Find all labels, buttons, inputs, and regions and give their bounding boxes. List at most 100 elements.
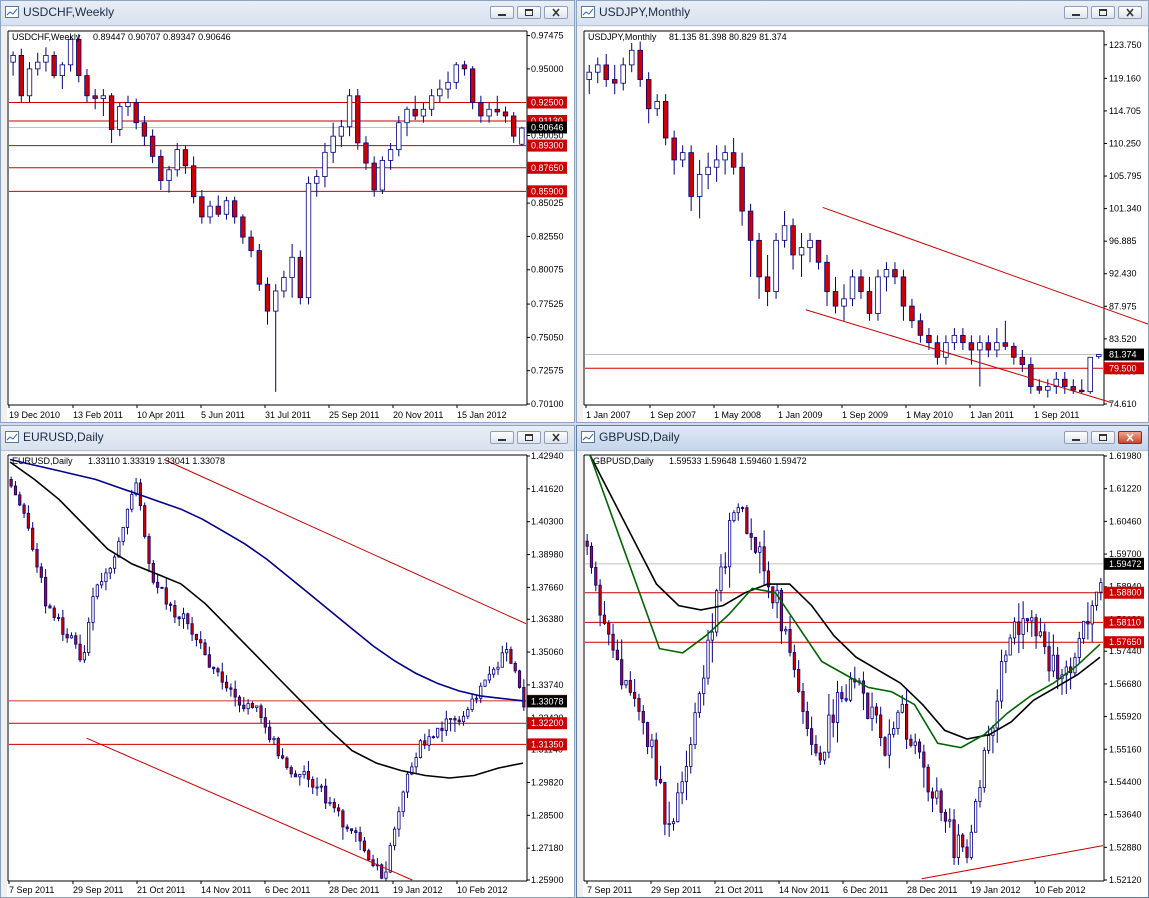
chart-window-eurusd[interactable]: EURUSD,Daily 1.42940 1.41620 1.40300 1.3898… [0, 425, 575, 898]
candlestick-chart[interactable]: 1.42940 1.41620 1.40300 1.38980 1.37660 1.363… [7, 452, 574, 897]
candle-body [427, 736, 431, 746]
candle-body [466, 709, 470, 717]
candle-body [78, 643, 82, 661]
restore-button[interactable] [517, 431, 541, 444]
candle-body [969, 831, 973, 858]
chart-area[interactable]: 123.750 119.160 114.705 110.250 105.795 101.3… [583, 27, 1148, 422]
close-button[interactable] [1118, 431, 1142, 444]
candle-body [255, 705, 259, 708]
x-tick-label: 29 Sep 2011 [651, 885, 701, 895]
candle-body [943, 812, 948, 822]
window-titlebar[interactable]: USDJPY,Monthly [577, 1, 1148, 26]
candle-body [719, 566, 723, 592]
minimize-button[interactable] [1064, 431, 1088, 444]
y-tick-label: 0.97475 [531, 31, 564, 41]
candlestick-chart[interactable]: 0.974750.950000.925000.900500.877500.850… [7, 27, 574, 422]
chart-symbol-label: EURUSD,Daily [12, 456, 73, 466]
candle-body [892, 728, 896, 735]
candle-body [268, 726, 272, 741]
candle-body [112, 556, 117, 569]
y-tick-label: 1.36380 [531, 614, 564, 624]
level-price-label: 0.85900 [531, 186, 564, 196]
candle-body [229, 687, 233, 690]
candle-body [412, 108, 418, 117]
y-tick-label: 1.28500 [531, 810, 564, 820]
candlestick-chart[interactable]: 123.750 119.160 114.705 110.250 105.795 101.3… [583, 27, 1148, 422]
candle-body [913, 741, 917, 746]
restore-button[interactable] [1091, 431, 1115, 444]
candle-body [965, 846, 969, 858]
window-titlebar[interactable]: EURUSD,Daily [1, 426, 574, 451]
window-titlebar[interactable]: GBPUSD,Daily [577, 426, 1148, 451]
candle-body [207, 205, 213, 218]
candle-body [875, 276, 881, 314]
candle-body [620, 659, 624, 686]
close-icon [1126, 8, 1134, 17]
candle-body [474, 697, 479, 700]
close-button[interactable] [1118, 6, 1142, 19]
restore-button[interactable] [1091, 6, 1115, 19]
y-tick-label: 0.85025 [531, 198, 564, 208]
chart-window-icon [581, 431, 595, 443]
chart-symbol-label: USDCHF,Weekly [12, 32, 81, 42]
candle-body [91, 596, 95, 623]
candle-body [896, 711, 900, 729]
candle-body [517, 670, 522, 688]
candle-body [900, 703, 904, 713]
minimize-button[interactable] [490, 6, 514, 19]
candle-body [158, 155, 164, 181]
close-icon [552, 8, 560, 17]
candle-body [35, 549, 39, 568]
restore-button[interactable] [517, 6, 541, 19]
candle-body [117, 106, 123, 130]
minimize-button[interactable] [490, 431, 514, 444]
candle-body [1045, 386, 1051, 391]
candle-body [792, 652, 796, 670]
y-tick-label: 101.340 [1109, 204, 1142, 214]
candle-body [689, 744, 693, 767]
candle-body [199, 639, 203, 644]
candle-body [1090, 605, 1094, 625]
level-price-label: 1.32200 [531, 718, 564, 728]
candle-body [952, 819, 956, 858]
candle-body [84, 75, 90, 97]
candle-body [18, 55, 24, 97]
candle-body [624, 679, 628, 686]
chart-window-gbpusd[interactable]: GBPUSD,Daily 1.61980 1.61220 1.60460 1.5970… [576, 425, 1149, 898]
close-button[interactable] [544, 6, 568, 19]
x-tick-label: 19 Dec 2010 [9, 410, 60, 420]
candle-body [74, 635, 78, 645]
minimize-button[interactable] [1064, 6, 1088, 19]
candle-body [396, 122, 402, 151]
chart-window-usdchf[interactable]: USDCHF,Weekly 0.974750.950000.925000.900… [0, 0, 575, 423]
candle-body [125, 508, 130, 528]
candle-body [985, 342, 992, 351]
candlestick-chart[interactable]: 1.619801.612201.604601.597001.589401.581… [583, 452, 1148, 897]
candle-body [611, 633, 615, 651]
y-tick-label: 0.95000 [531, 64, 564, 74]
chart-window-usdjpy[interactable]: USDJPY,Monthly 123.750 119.160 114.705 110.… [576, 0, 1149, 423]
candle-body [589, 545, 594, 568]
chart-area[interactable]: 0.974750.950000.925000.900500.877500.850… [7, 27, 574, 422]
candle-body [730, 152, 737, 168]
restore-icon [525, 434, 533, 441]
candle-body [1008, 637, 1012, 656]
candle-body [285, 757, 289, 768]
candle-body [379, 159, 386, 191]
candle-body [9, 478, 13, 487]
chart-area[interactable]: 1.619801.612201.604601.597001.589401.581… [583, 452, 1148, 897]
chart-area[interactable]: 1.42940 1.41620 1.40300 1.38980 1.37660 1.363… [7, 452, 574, 897]
candle-body [173, 605, 177, 618]
candle-body [355, 95, 361, 144]
close-button[interactable] [544, 431, 568, 444]
candle-body [722, 152, 728, 161]
candle-body [1021, 618, 1025, 635]
candle-body [51, 55, 57, 77]
y-tick-label: 1.61220 [1109, 484, 1142, 494]
candle-body [620, 64, 626, 84]
y-tick-label: 1.25900 [531, 875, 564, 885]
window-titlebar[interactable]: USDCHF,Weekly [1, 1, 574, 26]
candle-body [143, 505, 147, 537]
candle-body [457, 719, 461, 723]
candle-body [263, 717, 267, 728]
